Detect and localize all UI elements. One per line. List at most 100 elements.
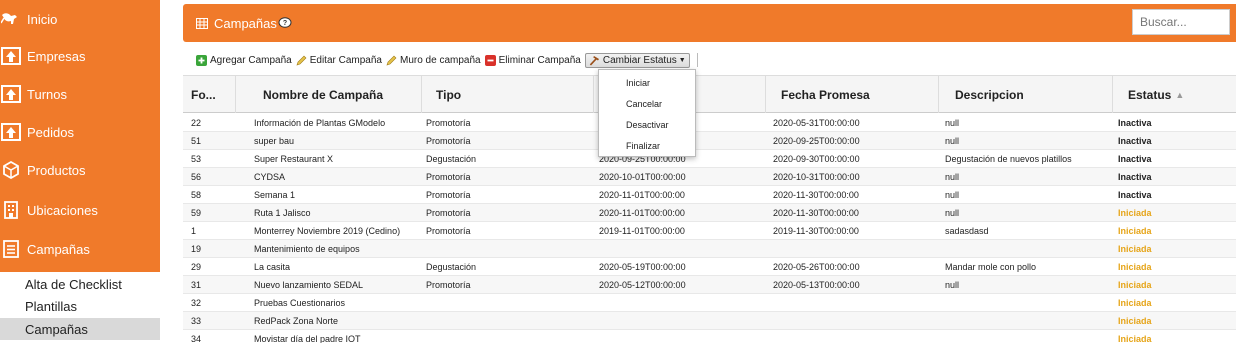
edit-campaign-button[interactable]: Editar Campaña <box>296 55 382 66</box>
campaign-wall-button[interactable]: Muro de campaña <box>386 55 481 66</box>
cell-estatus: Iniciada <box>1118 244 1152 254</box>
cell-tipo: Promotoría <box>426 280 471 290</box>
delete-campaign-button[interactable]: Eliminar Campaña <box>484 54 581 66</box>
status-option-iniciar[interactable]: Iniciar <box>599 72 695 93</box>
table-row[interactable]: 29 La casita Degustación 2020-05-19T00:00:0… <box>183 258 1236 276</box>
sidebar-item-label: Campañas <box>27 241 90 257</box>
cell-fecha-promesa: 2020-05-26T00:00:00 <box>773 262 860 272</box>
minus-icon <box>484 54 496 66</box>
cell-descripcion: null <box>945 208 960 218</box>
table-row[interactable]: 53 Super Restaurant X Degustación 2020-09-2… <box>183 150 1236 168</box>
pencil-icon <box>386 55 397 66</box>
sidebar-item-label: Ubicaciones <box>27 202 98 218</box>
help-bubble-icon[interactable]: ? <box>278 17 292 29</box>
cell-folio: 58 <box>191 190 202 200</box>
cell-estatus: Iniciada <box>1118 316 1152 326</box>
table-row[interactable]: 51 super bau Promotoría 2020-09-25T00:00:00… <box>183 132 1236 150</box>
table-row[interactable]: 32 Pruebas Cuestionarios Iniciada <box>183 294 1236 312</box>
table-row[interactable]: 31 Nuevo lanzamiento SEDAL Promotoría 2020-… <box>183 276 1236 294</box>
cell-fecha-promesa: 2020-11-30T00:00:00 <box>773 208 859 218</box>
sidebar-item-inicio[interactable]: Inicio <box>0 0 160 38</box>
cell-estatus: Iniciada <box>1118 208 1152 218</box>
table-row[interactable]: 59 Ruta 1 Jalisco Promotoría 2020-11-01T00:… <box>183 204 1236 222</box>
table-row[interactable]: 33 RedPack Zona Norte Iniciada <box>183 312 1236 330</box>
table-row[interactable]: 22 Información de Plantas GModelo Promotor… <box>183 114 1236 132</box>
delete-campaign-label: Eliminar Campaña <box>498 54 581 66</box>
cell-nombre: Monterrey Noviembre 2019 (Cedino) <box>254 226 401 236</box>
change-status-button[interactable]: Cambiar Estatus ▼ <box>584 52 690 68</box>
cell-nombre: Ruta 1 Jalisco <box>254 208 311 218</box>
cell-estatus: Iniciada <box>1118 280 1152 290</box>
page-title: Campañas <box>214 15 277 31</box>
column-header-estatus[interactable]: Estatus ▲ <box>1113 76 1236 113</box>
column-header-tipo[interactable]: Tipo <box>422 76 594 113</box>
cell-estatus: Iniciada <box>1118 334 1152 343</box>
cell-fecha: 2020-11-01T00:00:00 <box>599 190 685 200</box>
table-row[interactable]: 19 Mantenimiento de equipos Iniciada <box>183 240 1236 258</box>
search-input[interactable] <box>1132 9 1230 35</box>
cell-descripcion: null <box>945 190 960 200</box>
cell-tipo: Promotoría <box>426 172 471 182</box>
table-row[interactable]: 1 Monterrey Noviembre 2019 (Cedino) Promot… <box>183 222 1236 240</box>
subnav-item-campanas[interactable]: Campañas <box>0 318 160 340</box>
sidebar-item-productos[interactable]: Productos <box>0 151 160 189</box>
table-icon <box>196 17 208 29</box>
sidebar-item-label: Inicio <box>27 11 58 27</box>
hammer-icon <box>589 55 600 66</box>
cell-estatus: Iniciada <box>1118 262 1152 272</box>
cell-estatus: Inactiva <box>1118 154 1152 164</box>
table-row[interactable]: 34 Movistar día del padre IOT Iniciada <box>183 330 1236 343</box>
list-icon <box>1 240 21 258</box>
sidebar-item-pedidos[interactable]: Pedidos <box>0 113 160 151</box>
cell-descripcion: null <box>945 118 960 128</box>
cell-descripcion: null <box>945 280 960 290</box>
sidebar-item-campanas[interactable]: Campañas <box>0 230 160 268</box>
cell-folio: 59 <box>191 208 202 218</box>
sidebar-item-label: Productos <box>27 162 86 178</box>
column-header-descripcion[interactable]: Descripcion <box>939 76 1113 113</box>
cell-tipo: Degustación <box>426 262 477 272</box>
cell-nombre: Nuevo lanzamiento SEDAL <box>254 280 364 290</box>
cell-nombre: Semana 1 <box>254 190 296 200</box>
toolbar-divider <box>696 53 698 67</box>
cell-nombre: Movistar día del padre IOT <box>254 334 361 343</box>
cube-icon <box>1 161 21 179</box>
change-status-label: Cambiar Estatus <box>602 54 677 66</box>
subnav-item-plantillas[interactable]: Plantillas <box>0 295 160 317</box>
cell-nombre: RedPack Zona Norte <box>254 316 339 326</box>
cell-fecha-promesa: 2020-10-31T00:00:00 <box>773 172 860 182</box>
table-row[interactable]: 56 CYDSA Promotoría 2020-10-01T00:00:00 2020… <box>183 168 1236 186</box>
add-campaign-button[interactable]: Agregar Campaña <box>196 54 292 66</box>
cell-nombre: Pruebas Cuestionarios <box>254 298 346 308</box>
status-option-cancelar[interactable]: Cancelar <box>599 93 695 114</box>
status-option-finalizar[interactable]: Finalizar <box>599 135 695 156</box>
status-option-desactivar[interactable]: Desactivar <box>599 114 695 135</box>
sidebar-item-label: Pedidos <box>27 124 74 140</box>
sidebar-item-empresas[interactable]: Empresas <box>0 37 160 75</box>
upload-box-icon <box>1 85 21 103</box>
cell-folio: 22 <box>191 118 202 128</box>
column-header-nombre[interactable]: Nombre de Campaña <box>236 76 422 113</box>
column-header-fecha-promesa[interactable]: Fecha Promesa <box>766 76 939 113</box>
sidebar-item-label: Turnos <box>27 86 67 102</box>
column-header-folio[interactable]: Fo... <box>183 76 236 113</box>
sidebar: Inicio Empresas Turnos Pedidos Productos <box>0 0 160 343</box>
cell-estatus: Inactiva <box>1118 136 1152 146</box>
table-row[interactable]: 58 Semana 1 Promotoría 2020-11-01T00:00:00 2… <box>183 186 1236 204</box>
cell-estatus: Iniciada <box>1118 226 1152 236</box>
subnav-item-alta-checklist[interactable]: Alta de Checklist <box>0 273 160 295</box>
cell-fecha: 2019-11-01T00:00:00 <box>599 226 685 236</box>
cell-fecha: 2020-10-01T00:00:00 <box>599 172 686 182</box>
cell-estatus: Inactiva <box>1118 190 1152 200</box>
app: Inicio Empresas Turnos Pedidos Productos <box>0 0 1236 343</box>
cell-nombre: Super Restaurant X <box>254 154 334 164</box>
cell-tipo: Promotoría <box>426 190 471 200</box>
sidebar-item-ubicaciones[interactable]: Ubicaciones <box>0 191 160 229</box>
sidebar-item-turnos[interactable]: Turnos <box>0 75 160 113</box>
cell-nombre: Mantenimiento de equipos <box>254 244 360 254</box>
cell-descripcion: null <box>945 136 960 146</box>
cell-folio: 1 <box>191 226 197 236</box>
cell-tipo: Promotoría <box>426 226 471 236</box>
cell-fecha-promesa: 2020-09-30T00:00:00 <box>773 154 860 164</box>
change-status-menu: Iniciar Cancelar Desactivar Finalizar <box>598 69 696 157</box>
